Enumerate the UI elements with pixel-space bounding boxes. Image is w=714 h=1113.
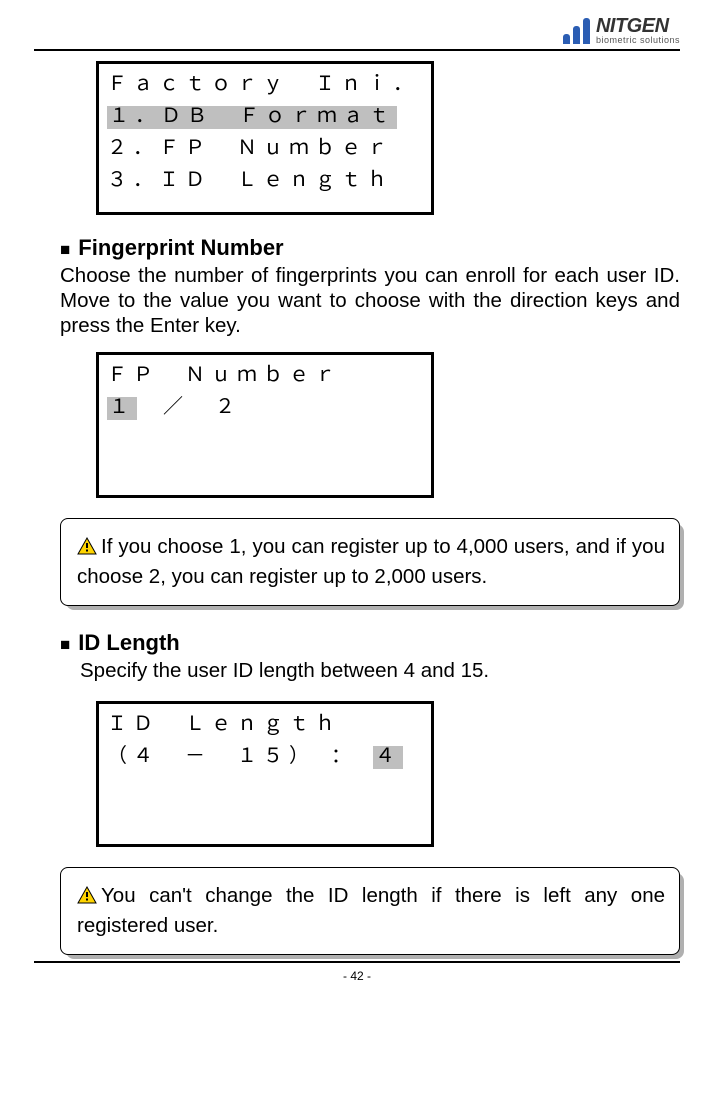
lcd2-selected: １ <box>107 397 137 420</box>
header-row: NITGEN biometric solutions <box>34 16 680 45</box>
footer-divider <box>34 961 680 963</box>
note-fp-number: If you choose 1, you can register up to … <box>60 518 680 606</box>
brand-tagline: biometric solutions <box>596 36 680 45</box>
page-number: - 42 - <box>34 969 680 983</box>
note-id-length-text: You can't change the ID length if there … <box>77 884 665 937</box>
brand-text: NITGEN biometric solutions <box>596 16 680 45</box>
lcd2-value-row: １ ／ ２ <box>107 393 423 425</box>
lcd1-item-fp-number: ２．ＦＰ Ｎｕｍｂｅｒ <box>107 134 423 166</box>
lcd3-value: ４ <box>373 746 403 769</box>
lcd3-prefix: （４ － １５） ： <box>107 746 373 769</box>
warning-icon <box>77 535 97 563</box>
note-id-length: You can't change the ID length if there … <box>60 867 680 955</box>
lcd-fp-number: ＦＰ Ｎｕｍｂｅｒ １ ／ ２ <box>96 352 434 498</box>
lcd1-title: Ｆａｃｔｏｒｙ Ｉｎｉ． <box>107 70 423 102</box>
section-fingerprint-head: ■ Fingerprint Number <box>60 235 680 261</box>
lcd1-item-db-format: １．ＤＢ Ｆｏｒｍａｔ <box>107 102 423 134</box>
lcd3-title: ＩＤ Ｌｅｎｇｔｈ <box>107 710 423 742</box>
section-id-length-head: ■ ID Length <box>60 630 680 656</box>
lcd-id-length: ＩＤ Ｌｅｎｇｔｈ （４ － １５） ： ４ <box>96 701 434 847</box>
section-fingerprint-title: Fingerprint Number <box>78 235 283 261</box>
section-id-length-desc: Specify the user ID length between 4 and… <box>80 658 680 683</box>
bullet-icon: ■ <box>60 636 70 653</box>
header-divider <box>34 49 680 51</box>
note-id-length-wrap: You can't change the ID length if there … <box>60 867 680 955</box>
brand-name: NITGEN <box>596 16 680 36</box>
lcd-factory-ini: Ｆａｃｔｏｒｙ Ｉｎｉ． １．ＤＢ Ｆｏｒｍａｔ ２．ＦＰ Ｎｕｍｂｅｒ ３．Ｉ… <box>96 61 434 215</box>
note-fp-number-wrap: If you choose 1, you can register up to … <box>60 518 680 606</box>
page: NITGEN biometric solutions Ｆａｃｔｏｒｙ Ｉｎｉ． … <box>0 0 714 995</box>
note-fp-number-text: If you choose 1, you can register up to … <box>77 535 665 588</box>
section-fingerprint-desc: Choose the number of fingerprints you ca… <box>60 263 680 338</box>
lcd2-rest: ／ ２ <box>137 397 241 420</box>
lcd2-title: ＦＰ Ｎｕｍｂｅｒ <box>107 361 423 393</box>
warning-icon <box>77 884 97 912</box>
bullet-icon: ■ <box>60 241 70 258</box>
lcd1-item1-highlight: １．ＤＢ Ｆｏｒｍａｔ <box>107 106 397 129</box>
lcd1-item-id-length: ３．ＩＤ Ｌｅｎｇｔｈ <box>107 166 423 198</box>
logo-bars-icon <box>563 18 590 44</box>
lcd3-value-row: （４ － １５） ： ４ <box>107 742 423 774</box>
brand-logo: NITGEN biometric solutions <box>563 16 680 45</box>
section-id-length-title: ID Length <box>78 630 179 656</box>
